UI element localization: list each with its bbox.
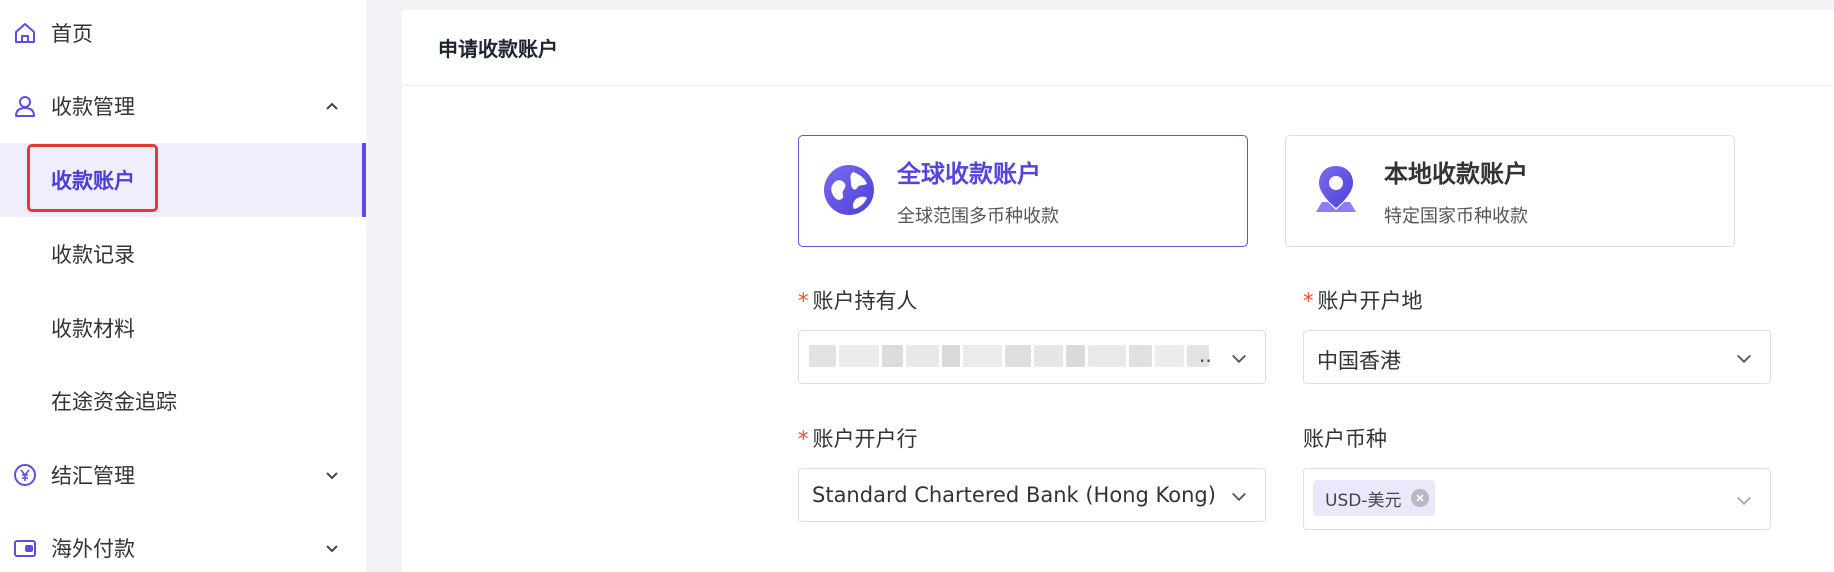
chevron-down-icon bbox=[1734, 348, 1754, 368]
chevron-down-icon bbox=[1734, 490, 1754, 510]
user-icon bbox=[12, 93, 38, 119]
sidebar-subitem-funds-tracking[interactable]: 在途资金追踪 bbox=[0, 364, 366, 438]
sidebar-item-label: 首页 bbox=[51, 22, 93, 46]
account-type-title: 本地收款账户 bbox=[1384, 160, 1528, 188]
chevron-down-icon bbox=[1229, 348, 1249, 368]
sidebar-subitem-label: 收款材料 bbox=[51, 317, 135, 341]
sidebar-item-label: 海外付款 bbox=[51, 537, 135, 561]
sidebar-subitem-collection-materials[interactable]: 收款材料 bbox=[0, 291, 366, 365]
chevron-up-icon[interactable] bbox=[322, 96, 342, 116]
required-mark: * bbox=[798, 427, 809, 451]
account-type-subtitle: 特定国家币种收款 bbox=[1384, 206, 1528, 227]
location-pin-icon bbox=[1308, 162, 1364, 218]
holder-select[interactable]: .. bbox=[798, 330, 1266, 384]
globe-icon bbox=[821, 162, 877, 218]
sidebar-subitem-collection-records[interactable]: 收款记录 bbox=[0, 217, 366, 291]
account-type-title: 全球收款账户 bbox=[897, 160, 1041, 188]
sidebar-subitem-collection-accounts[interactable]: 收款账户 bbox=[0, 143, 366, 217]
bank-value: Standard Chartered Bank (Hong Kong) Li..… bbox=[812, 483, 1224, 507]
required-mark: * bbox=[1303, 289, 1314, 313]
bank-label: * 账户开户行 bbox=[798, 427, 918, 451]
page-title: 申请收款账户 bbox=[438, 37, 558, 61]
close-icon[interactable] bbox=[1411, 489, 1430, 507]
sidebar-item-overseas-payment[interactable]: 海外付款 bbox=[0, 511, 366, 572]
chevron-down-icon[interactable] bbox=[322, 538, 342, 558]
currency-tag: USD-美元 bbox=[1313, 480, 1436, 516]
region-value: 中国香港 bbox=[1317, 349, 1401, 373]
region-label: * 账户开户地 bbox=[1303, 289, 1423, 313]
sidebar-subitem-label: 收款记录 bbox=[51, 243, 135, 267]
region-select[interactable]: 中国香港 bbox=[1303, 330, 1771, 384]
account-type-subtitle: 全球范围多币种收款 bbox=[897, 206, 1059, 227]
global-account-card[interactable]: 全球收款账户 全球范围多币种收款 bbox=[798, 135, 1248, 247]
sidebar-item-label: 结汇管理 bbox=[51, 464, 135, 488]
sidebar-item-home[interactable]: 首页 bbox=[0, 0, 366, 70]
home-icon bbox=[12, 20, 38, 46]
page-header: 申请收款账户 bbox=[402, 10, 1834, 86]
sidebar-subitem-label: 在途资金追踪 bbox=[51, 390, 177, 414]
required-mark: * bbox=[798, 289, 809, 313]
sidebar-item-fx-settlement[interactable]: 结汇管理 bbox=[0, 438, 366, 512]
sidebar-subitem-label: 收款账户 bbox=[51, 169, 135, 193]
sidebar-item-label: 收款管理 bbox=[51, 95, 135, 119]
sidebar: 首页 收款管理 收款账户 收款记录 收款材料 在途资金追踪 结汇管理 海外付款 bbox=[0, 0, 366, 572]
main-panel: 申请收款账户 全球收款账户 全球范围多币种收款 本地收款账户 特定国家币种收款 … bbox=[402, 10, 1834, 572]
local-account-card[interactable]: 本地收款账户 特定国家币种收款 bbox=[1285, 135, 1735, 247]
redacted-value bbox=[809, 345, 1209, 369]
overflow-ellipsis: .. bbox=[1199, 343, 1212, 367]
currency-tag-label: USD-美元 bbox=[1325, 490, 1402, 511]
chevron-down-icon bbox=[1229, 486, 1249, 506]
bank-select[interactable]: Standard Chartered Bank (Hong Kong) Li..… bbox=[798, 468, 1266, 522]
chevron-down-icon[interactable] bbox=[322, 465, 342, 485]
currency-label: 账户币种 bbox=[1303, 427, 1387, 451]
holder-label: * 账户持有人 bbox=[798, 289, 918, 313]
wallet-icon bbox=[12, 535, 38, 561]
currency-select[interactable]: USD-美元 bbox=[1303, 468, 1771, 530]
yen-icon bbox=[12, 462, 38, 488]
sidebar-item-collection-management[interactable]: 收款管理 bbox=[0, 69, 366, 143]
